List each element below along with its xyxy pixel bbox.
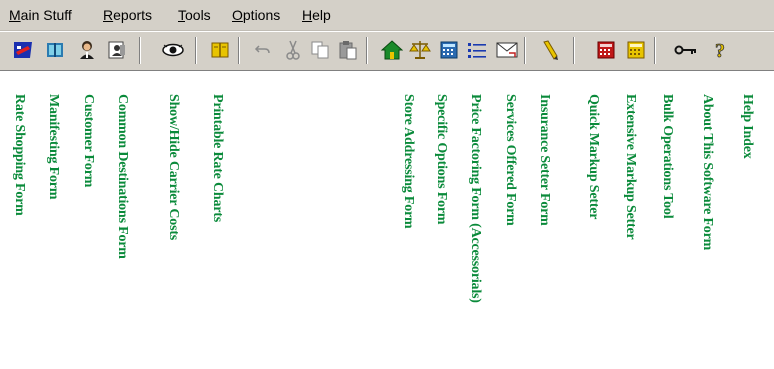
- menu-options-label: ptions: [242, 7, 281, 23]
- menu-reports-mnemonic: R: [103, 7, 114, 23]
- label-services-offered-form: Services Offered Form: [503, 94, 518, 226]
- label-specific-options-form: Specific Options Form: [434, 94, 449, 225]
- person-icon[interactable]: [75, 38, 99, 62]
- label-quick-markup-setter: Quick Markup Setter: [586, 94, 601, 220]
- menu-bar: Main Stuff Reports Tools Options Help: [0, 0, 774, 31]
- label-show-hide-carrier-costs: Show/Hide Carrier Costs: [166, 94, 181, 241]
- paste-icon[interactable]: [336, 38, 360, 62]
- pencil-icon[interactable]: [538, 38, 562, 62]
- menu-help[interactable]: Help: [302, 7, 331, 23]
- label-insurance-setter-form: Insurance Setter Form: [537, 94, 552, 226]
- label-rate-shopping-form: Rate Shopping Form: [12, 94, 27, 216]
- book-icon[interactable]: [43, 38, 67, 62]
- label-printable-rate-charts: Printable Rate Charts: [210, 94, 225, 223]
- menu-main-stuff-label: ain Stuff: [20, 7, 72, 23]
- menu-tools-mnemonic: T: [178, 7, 185, 23]
- scales-icon[interactable]: [408, 38, 432, 62]
- toolbar-separator: [524, 37, 526, 64]
- label-customer-form: Customer Form: [81, 94, 96, 188]
- label-help-index: Help Index: [740, 94, 755, 159]
- help-icon[interactable]: ?: [708, 38, 732, 62]
- label-common-destinations-form: Common Destinations Form: [115, 94, 130, 259]
- envelope-icon[interactable]: [495, 38, 519, 62]
- menu-help-label: elp: [312, 7, 331, 23]
- undo-icon[interactable]: [251, 38, 275, 62]
- menu-help-mnemonic: H: [302, 7, 313, 23]
- label-store-addressing-form: Store Addressing Form: [401, 94, 416, 229]
- key-icon[interactable]: [674, 38, 698, 62]
- menu-reports-label: eports: [113, 7, 153, 23]
- menu-tools-label: ools: [185, 7, 211, 23]
- open-book-icon[interactable]: [208, 38, 232, 62]
- menu-main-stuff[interactable]: Main Stuff: [9, 7, 72, 23]
- copy-icon[interactable]: [308, 38, 332, 62]
- menu-options[interactable]: Options: [232, 7, 280, 23]
- flag-icon[interactable]: [11, 38, 35, 62]
- toolbar-separator: [139, 37, 141, 64]
- label-bulk-operations-tool: Bulk Operations Tool: [660, 94, 675, 219]
- toolbar-separator: [573, 37, 575, 64]
- menu-reports[interactable]: Reports: [103, 7, 152, 23]
- toolbar-separator: [654, 37, 656, 64]
- toolbar-separator: [366, 37, 368, 64]
- calculator-icon[interactable]: [437, 38, 461, 62]
- red-calculator-icon[interactable]: [594, 38, 618, 62]
- label-extensive-markup-setter: Extensive Markup Setter: [623, 94, 638, 240]
- cut-icon[interactable]: [281, 38, 305, 62]
- toolbar-separator: [238, 37, 240, 64]
- label-manifesting-form: Manifesting Form: [46, 94, 61, 200]
- menu-tools[interactable]: Tools: [178, 7, 211, 23]
- menu-main-stuff-mnemonic: M: [9, 7, 21, 23]
- yellow-calculator-icon[interactable]: [624, 38, 648, 62]
- label-about-this-software-form: About This Software Form: [700, 94, 715, 251]
- contacts-icon[interactable]: [105, 38, 129, 62]
- label-price-factoring-form: Price Factoring Form (Accessorials): [468, 94, 483, 303]
- menu-options-mnemonic: O: [232, 7, 243, 23]
- toolbar: ?: [0, 31, 774, 71]
- svg-text:?: ?: [715, 40, 725, 61]
- eye-icon[interactable]: [161, 38, 185, 62]
- list-icon[interactable]: [465, 38, 489, 62]
- home-icon[interactable]: [380, 38, 404, 62]
- toolbar-separator: [195, 37, 197, 64]
